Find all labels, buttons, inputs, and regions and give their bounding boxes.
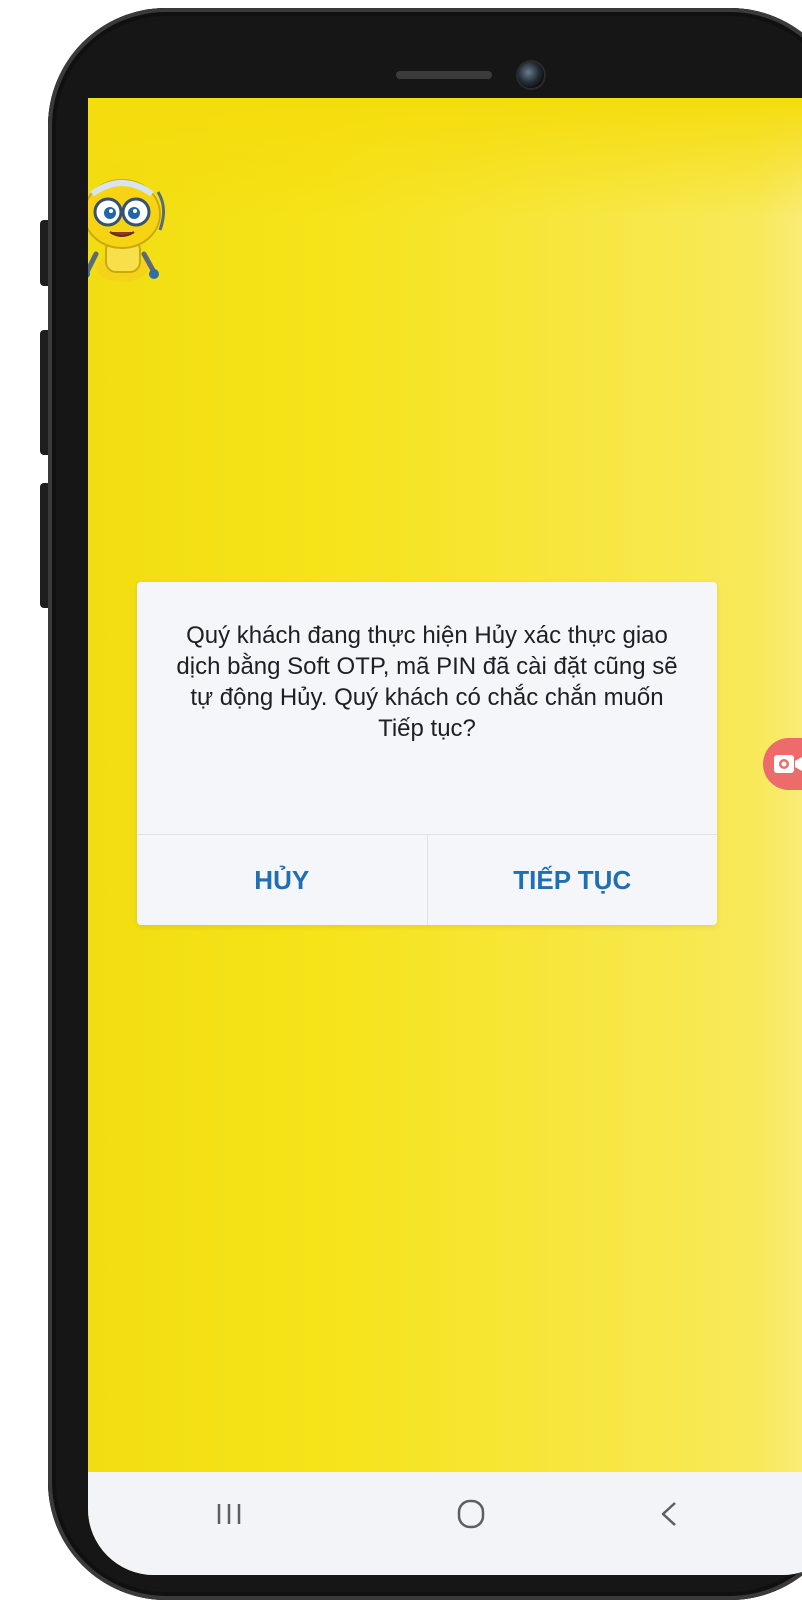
cancel-button[interactable]: HỦY xyxy=(137,835,427,925)
screen-record-button[interactable] xyxy=(763,738,802,790)
continue-button[interactable]: TIẾP TỤC xyxy=(426,835,718,925)
video-camera-icon xyxy=(774,755,802,773)
recent-apps-icon[interactable] xyxy=(194,1494,264,1534)
confirm-dialog: Quý khách đang thực hiện Hủy xác thực gi… xyxy=(137,582,717,925)
phone-body: Quý khách đang thực hiện Hủy xác thực gi… xyxy=(48,8,802,1600)
phone-speaker xyxy=(396,71,492,79)
home-icon[interactable] xyxy=(436,1494,506,1534)
navigation-bar xyxy=(88,1472,802,1575)
robot-mascot-icon xyxy=(88,179,165,282)
app-screen: Quý khách đang thực hiện Hủy xác thực gi… xyxy=(88,98,802,1575)
front-camera xyxy=(518,62,544,88)
dialog-message: Quý khách đang thực hiện Hủy xác thực gi… xyxy=(176,622,678,742)
dialog-actions: HỦY TIẾP TỤC xyxy=(137,834,717,925)
phone-mockup: Quý khách đang thực hiện Hủy xác thực gi… xyxy=(0,0,802,1603)
back-icon[interactable] xyxy=(633,1494,703,1534)
